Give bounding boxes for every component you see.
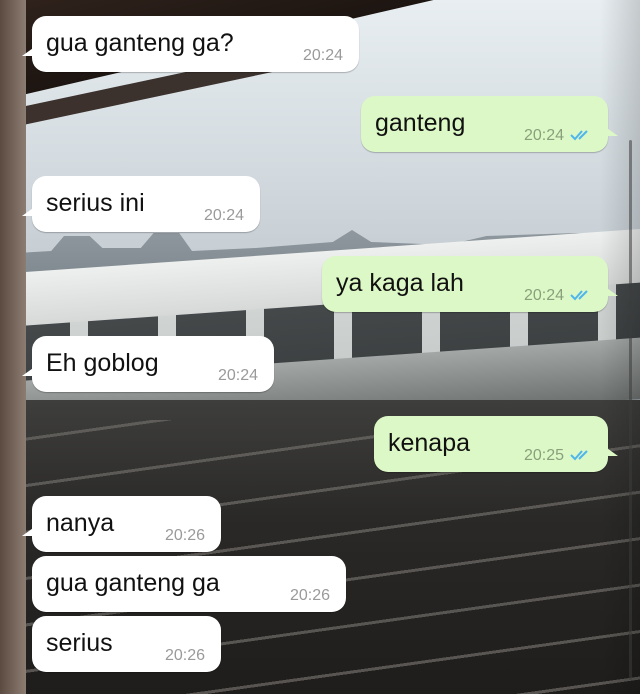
message-time: 20:26 <box>164 647 205 664</box>
message-text: ganteng <box>375 109 466 137</box>
message-text: gua ganteng ga? <box>46 29 234 57</box>
message-time: 20:26 <box>164 527 205 544</box>
message-bubble-outgoing[interactable]: ganteng 20:24 <box>361 96 618 152</box>
message-text: ya kaga lah <box>336 269 464 297</box>
message-time: 20:24 <box>203 207 244 224</box>
message-text: serius ini <box>46 189 145 217</box>
read-ticks-icon <box>570 290 588 301</box>
message-bubble-outgoing[interactable]: ya kaga lah 20:24 <box>322 256 618 312</box>
message-time: 20:24 <box>523 127 564 144</box>
read-ticks-icon <box>570 130 588 141</box>
message-time: 20:24 <box>217 367 258 384</box>
message-text: kenapa <box>388 429 471 457</box>
message-bubble-incoming[interactable]: serius ini 20:24 <box>22 176 260 232</box>
message-text: gua ganteng ga <box>46 569 220 597</box>
message-bubble-incoming[interactable]: gua ganteng ga 20:26 <box>32 556 346 612</box>
message-bubble-outgoing[interactable]: kenapa 20:25 <box>374 416 618 472</box>
bubble-tail <box>22 206 36 216</box>
bubble-tail <box>604 286 618 296</box>
message-bubble-incoming[interactable]: gua ganteng ga? 20:24 <box>22 16 359 72</box>
message-time: 20:25 <box>523 447 564 464</box>
bubble-tail <box>604 446 618 456</box>
message-time: 20:26 <box>289 587 330 604</box>
scroll-indicator[interactable] <box>629 140 632 680</box>
message-bubble-incoming[interactable]: Eh goblog 20:24 <box>22 336 274 392</box>
bubble-tail <box>22 46 36 56</box>
message-text: nanya <box>46 509 115 537</box>
message-bubble-incoming[interactable]: nanya 20:26 <box>22 496 221 552</box>
wallpaper-sill <box>0 0 26 694</box>
read-ticks-icon <box>570 450 588 461</box>
bubble-tail <box>22 526 36 536</box>
message-time: 20:24 <box>302 47 343 64</box>
bubble-tail <box>22 366 36 376</box>
message-time: 20:24 <box>523 287 564 304</box>
message-text: Eh goblog <box>46 349 159 377</box>
message-bubble-incoming[interactable]: serius 20:26 <box>32 616 221 672</box>
message-text: serius <box>46 629 113 657</box>
bubble-tail <box>604 126 618 136</box>
